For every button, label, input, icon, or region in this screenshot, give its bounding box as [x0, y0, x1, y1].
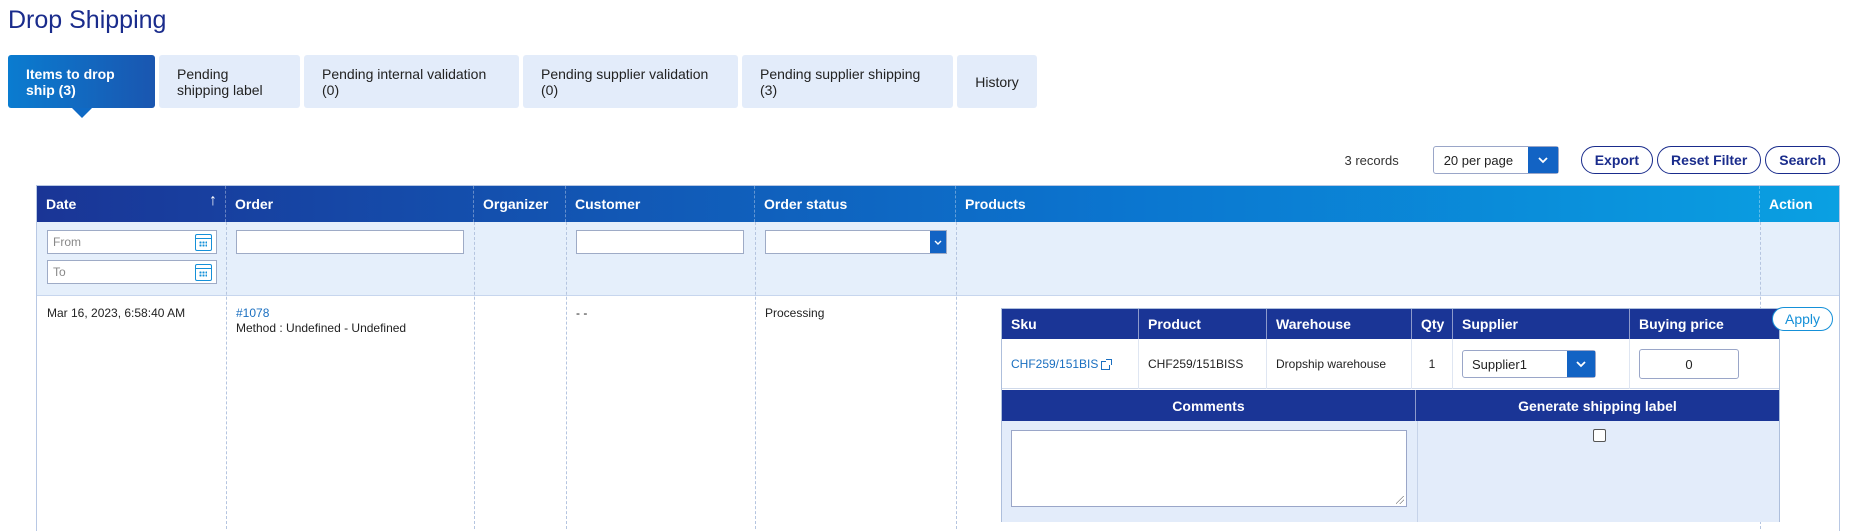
column-divider: [226, 222, 227, 531]
resize-grip-icon[interactable]: [1396, 496, 1404, 504]
column-header-order-status[interactable]: Order status: [755, 186, 956, 222]
supplier-select[interactable]: Supplier1: [1462, 350, 1596, 378]
grid-toolbar: 3 records 20 per page Export Reset Filte…: [1344, 145, 1840, 175]
search-button[interactable]: Search: [1765, 146, 1840, 174]
tab-items-to-drop-ship[interactable]: Items to drop ship (3): [8, 55, 155, 118]
column-header-organizer[interactable]: Organizer: [474, 186, 566, 222]
tab-history[interactable]: History: [957, 55, 1037, 108]
comments-body: [1002, 421, 1779, 522]
product-price-cell: 0: [1630, 339, 1781, 389]
sku-link[interactable]: CHF259/151BIS: [1011, 357, 1098, 371]
tab-pending-shipping-label[interactable]: Pending shipping label: [159, 55, 300, 108]
column-label: Date: [46, 196, 77, 212]
buying-price-input[interactable]: 0: [1639, 349, 1739, 379]
product-qty-cell: 1: [1412, 339, 1453, 389]
products-header-qty: Qty: [1412, 309, 1453, 339]
page-title: Drop Shipping: [8, 6, 167, 34]
sort-arrow-up-icon[interactable]: ↑: [209, 192, 217, 210]
external-link-icon[interactable]: [1101, 358, 1113, 370]
per-page-value: 20 per page: [1443, 152, 1514, 168]
column-divider: [956, 222, 957, 531]
products-header-buying-price: Buying price: [1639, 316, 1724, 332]
column-header-products: Products: [956, 186, 1760, 222]
calendar-icon[interactable]: [195, 264, 212, 281]
products-header-warehouse: Warehouse: [1267, 309, 1412, 339]
product-warehouse-cell: Dropship warehouse: [1267, 339, 1412, 389]
order-status-filter-select[interactable]: [765, 230, 947, 254]
generate-label-header: Generate shipping label: [1518, 397, 1677, 414]
generate-shipping-label-checkbox[interactable]: [1593, 429, 1606, 442]
date-to-input[interactable]: To: [47, 260, 217, 284]
column-divider: [1417, 421, 1418, 522]
column-header-customer[interactable]: Customer: [566, 186, 755, 222]
drop-ship-grid: Date ↑ Order Organizer Customer Order st…: [36, 185, 1840, 531]
comments-textarea[interactable]: [1011, 430, 1407, 507]
products-panel: Sku Product Warehouse Qty Supplier Buyin…: [1001, 308, 1780, 522]
export-button[interactable]: Export: [1580, 146, 1654, 174]
order-filter-input[interactable]: [236, 230, 464, 254]
row-order-status: Processing: [765, 306, 825, 320]
product-name-cell: CHF259/151BISS: [1139, 339, 1267, 389]
supplier-value: Supplier1: [1472, 356, 1527, 372]
per-page-select[interactable]: 20 per page: [1432, 146, 1559, 174]
product-sku-cell: CHF259/151BIS: [1002, 339, 1139, 389]
chevron-down-icon[interactable]: [930, 231, 946, 253]
column-header-date[interactable]: Date ↑: [37, 186, 226, 222]
column-divider: [566, 222, 567, 531]
tab-pending-internal-validation[interactable]: Pending internal validation (0): [304, 55, 519, 108]
products-table-header: Sku Product Warehouse Qty Supplier Buyin…: [1002, 309, 1779, 339]
column-header-order[interactable]: Order: [226, 186, 474, 222]
order-link[interactable]: #1078: [236, 306, 269, 320]
apply-button[interactable]: Apply: [1772, 307, 1834, 331]
comments-label: Comments: [1002, 390, 1416, 421]
chevron-down-icon[interactable]: [1527, 147, 1558, 173]
comments-header: Comments Generate shipping label: [1002, 390, 1779, 421]
order-method: Method : Undefined - Undefined: [236, 321, 407, 335]
grid-header: Date ↑ Order Organizer Customer Order st…: [37, 186, 1839, 222]
reset-filter-button[interactable]: Reset Filter: [1657, 146, 1762, 174]
column-divider: [755, 222, 756, 531]
date-from-placeholder: From: [53, 235, 81, 249]
column-header-action: Action: [1769, 196, 1813, 212]
tab-pending-supplier-validation[interactable]: Pending supplier validation (0): [523, 55, 738, 108]
product-row: CHF259/151BIS CHF259/151BISS Dropship wa…: [1002, 339, 1779, 389]
customer-filter-input[interactable]: [576, 230, 744, 254]
chevron-down-icon[interactable]: [1567, 351, 1595, 377]
row-customer: - -: [576, 306, 588, 320]
row-date: Mar 16, 2023, 6:58:40 AM: [47, 306, 186, 320]
records-count: 3 records: [1344, 152, 1399, 168]
products-header-supplier: Supplier: [1453, 309, 1630, 339]
date-from-input[interactable]: From: [47, 230, 217, 254]
calendar-icon[interactable]: [195, 234, 212, 251]
column-divider: [474, 222, 475, 531]
date-to-placeholder: To: [53, 265, 66, 279]
products-header-product: Product: [1139, 309, 1267, 339]
tab-pending-supplier-shipping[interactable]: Pending supplier shipping (3): [742, 55, 953, 108]
products-header-sku: Sku: [1002, 309, 1139, 339]
product-supplier-cell: Supplier1: [1453, 339, 1630, 389]
tab-bar: Items to drop ship (3) Pending shipping …: [8, 55, 1037, 118]
